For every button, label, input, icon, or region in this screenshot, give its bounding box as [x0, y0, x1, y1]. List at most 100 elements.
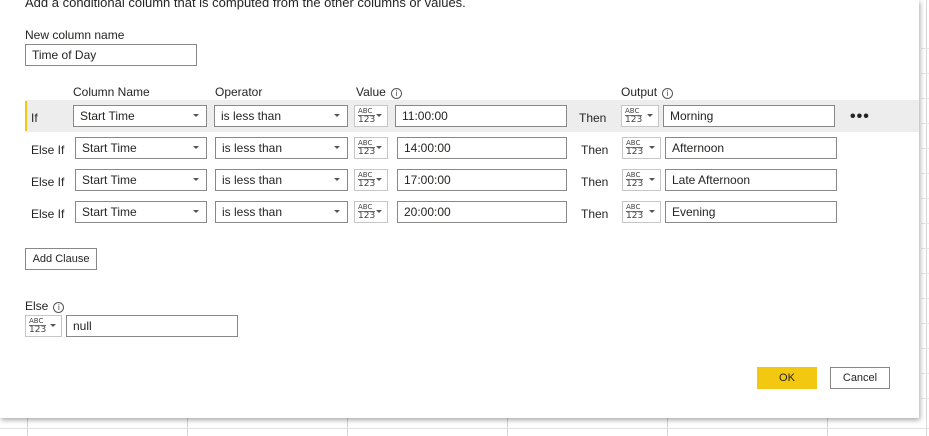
ok-button[interactable]: OK — [757, 367, 817, 389]
column-name-select[interactable]: Start Time — [73, 105, 207, 127]
add-clause-button[interactable]: Add Clause — [25, 248, 97, 270]
type-123-icon: 123 — [29, 325, 47, 335]
type-abc-icon: ABC — [626, 203, 641, 211]
dialog-subtitle: Add a conditional column that is compute… — [25, 0, 466, 10]
grid-line — [921, 73, 929, 74]
else-label: Else — [25, 299, 49, 313]
value-input[interactable]: 14:00:00 — [397, 137, 567, 159]
type-123-icon: 123 — [626, 211, 644, 221]
chevron-down-icon — [334, 146, 340, 149]
grid-line — [0, 428, 929, 429]
grid-line — [921, 198, 929, 199]
type-123-icon: 123 — [358, 211, 376, 221]
value-header-label: Value — [356, 85, 386, 99]
info-icon[interactable]: i — [390, 88, 402, 99]
cancel-button[interactable]: Cancel — [830, 367, 890, 389]
chevron-down-icon — [376, 178, 382, 181]
output-input[interactable]: Afternoon — [665, 137, 837, 159]
clause-label: Else If — [31, 175, 65, 189]
output-input[interactable]: Late Afternoon — [665, 169, 837, 191]
operator-value: is less than — [222, 173, 283, 187]
clause-label: Else If — [31, 207, 65, 221]
new-column-name-input[interactable]: Time of Day — [25, 44, 197, 66]
output-header: Output i — [621, 85, 674, 99]
chevron-down-icon — [193, 210, 199, 213]
grid-line — [921, 223, 929, 224]
grid-line — [921, 48, 929, 49]
output-type-button[interactable]: ABC 123 — [622, 169, 661, 191]
grid-line — [921, 98, 929, 99]
value-header: Value i — [356, 85, 402, 99]
value-type-button[interactable]: ABC 123 — [354, 137, 388, 159]
value-type-button[interactable]: ABC 123 — [354, 105, 388, 127]
column-name-value: Start Time — [82, 141, 137, 155]
type-abc-icon: ABC — [358, 203, 373, 211]
then-label: Then — [579, 111, 607, 125]
column-name-value: Start Time — [82, 173, 137, 187]
grid-line — [921, 148, 929, 149]
grid-line — [921, 373, 929, 374]
else-value-input[interactable]: null — [66, 315, 238, 337]
type-123-icon: 123 — [625, 115, 643, 125]
value-input[interactable]: 11:00:00 — [395, 105, 567, 127]
type-abc-icon: ABC — [626, 171, 641, 179]
column-name-value: Start Time — [80, 109, 135, 123]
add-conditional-column-dialog: Add a conditional column that is compute… — [0, 0, 919, 418]
new-column-name-label: New column name — [25, 28, 125, 42]
type-123-icon: 123 — [626, 179, 644, 189]
column-name-header: Column Name — [73, 85, 150, 99]
chevron-down-icon — [193, 114, 199, 117]
type-abc-icon: ABC — [358, 107, 373, 115]
grid-line — [921, 348, 929, 349]
type-abc-icon: ABC — [626, 139, 641, 147]
column-name-select[interactable]: Start Time — [75, 201, 207, 223]
operator-select[interactable]: is less than — [214, 105, 348, 127]
chevron-down-icon — [649, 146, 655, 149]
operator-value: is less than — [221, 109, 282, 123]
else-header: Else i — [25, 299, 65, 313]
output-input[interactable]: Evening — [665, 201, 837, 223]
grid-line — [921, 248, 929, 249]
info-icon[interactable]: i — [662, 88, 674, 99]
then-label: Then — [581, 175, 609, 189]
grid-line — [921, 173, 929, 174]
operator-select[interactable]: is less than — [215, 201, 348, 223]
grid-line — [667, 418, 668, 436]
clause-label: If — [31, 111, 38, 125]
more-options-icon[interactable]: ••• — [850, 109, 870, 125]
chevron-down-icon — [649, 178, 655, 181]
chevron-down-icon — [193, 146, 199, 149]
operator-select[interactable]: is less than — [215, 169, 348, 191]
output-type-button[interactable]: ABC 123 — [622, 137, 661, 159]
chevron-down-icon — [647, 114, 653, 117]
grid-line — [921, 323, 929, 324]
output-type-button[interactable]: ABC 123 — [621, 105, 659, 127]
value-input[interactable]: 20:00:00 — [397, 201, 567, 223]
clause-label: Else If — [31, 143, 65, 157]
column-name-value: Start Time — [82, 205, 137, 219]
chevron-down-icon — [649, 210, 655, 213]
column-name-select[interactable]: Start Time — [75, 169, 207, 191]
output-type-button[interactable]: ABC 123 — [622, 201, 661, 223]
type-abc-icon: ABC — [358, 139, 373, 147]
grid-line — [347, 418, 348, 436]
column-name-select[interactable]: Start Time — [75, 137, 207, 159]
value-input[interactable]: 17:00:00 — [397, 169, 567, 191]
operator-select[interactable]: is less than — [215, 137, 348, 159]
grid-line — [921, 273, 929, 274]
operator-value: is less than — [222, 205, 283, 219]
chevron-down-icon — [193, 178, 199, 181]
else-type-button[interactable]: ABC 123 — [25, 315, 62, 337]
grid-line — [926, 0, 927, 436]
type-123-icon: 123 — [358, 179, 376, 189]
value-type-button[interactable]: ABC 123 — [354, 169, 388, 191]
grid-line — [921, 398, 929, 399]
chevron-down-icon — [334, 114, 340, 117]
grid-line — [27, 418, 28, 436]
info-icon[interactable]: i — [53, 302, 65, 313]
value-type-button[interactable]: ABC 123 — [354, 201, 388, 223]
chevron-down-icon — [376, 114, 382, 117]
grid-line — [827, 418, 828, 436]
then-label: Then — [581, 207, 609, 221]
output-input[interactable]: Morning — [663, 105, 835, 127]
